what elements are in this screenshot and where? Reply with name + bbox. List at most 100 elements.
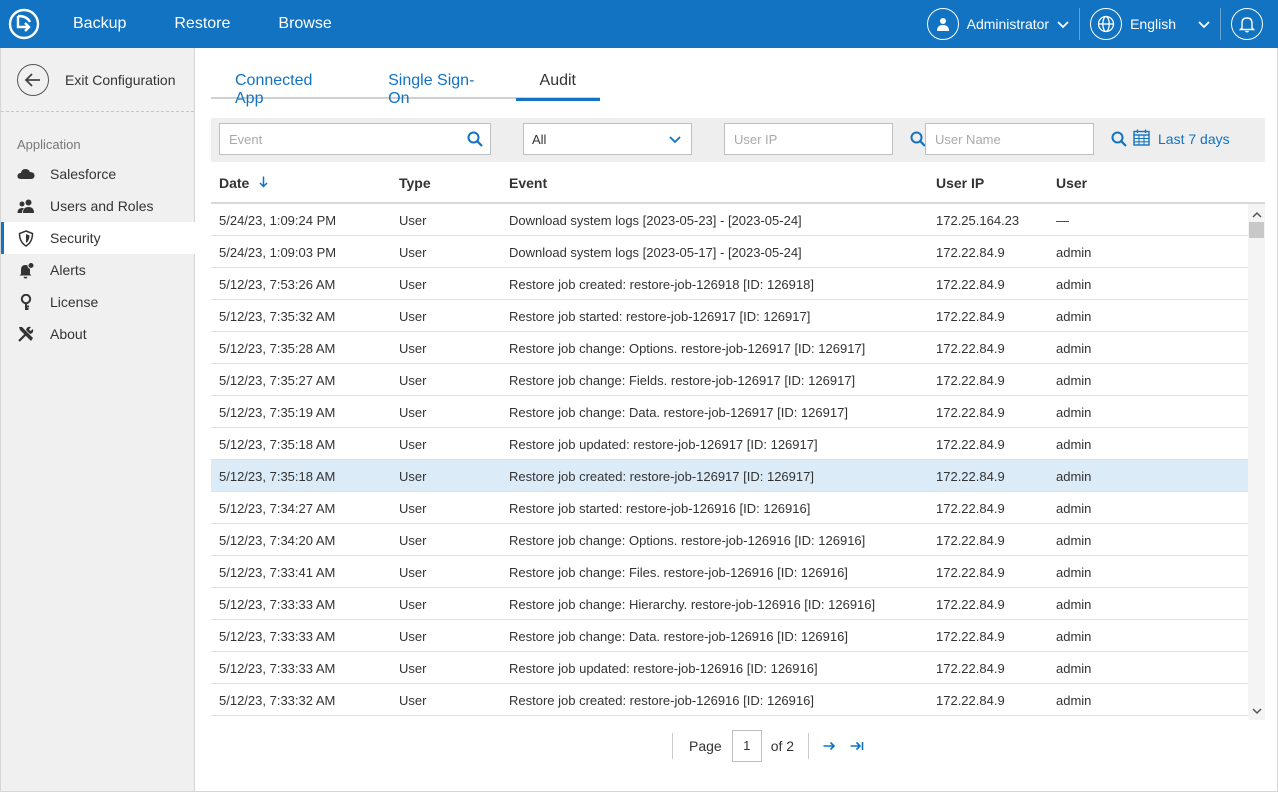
cell-type: User	[399, 501, 427, 516]
sidebar-item-security[interactable]: Security	[1, 222, 207, 254]
user-menu[interactable]: Administrator	[917, 0, 1079, 48]
search-icon[interactable]	[910, 131, 926, 147]
sidebar-item-label: Alerts	[50, 262, 86, 278]
cell-date: 5/12/23, 7:33:33 AM	[219, 661, 336, 676]
cell-type: User	[399, 341, 427, 356]
table-row[interactable]: 5/24/23, 1:09:03 PM User Download system l…	[211, 236, 1248, 268]
cell-date: 5/12/23, 7:35:32 AM	[219, 309, 336, 324]
table-row[interactable]: 5/12/23, 7:35:28 AM User Restore job chang…	[211, 332, 1248, 364]
cell-user-ip: 172.22.84.9	[936, 245, 1005, 260]
sidebar-item-alerts[interactable]: Alerts	[1, 254, 194, 286]
chevron-down-icon[interactable]	[1252, 703, 1262, 718]
cell-date: 5/12/23, 7:35:18 AM	[219, 437, 336, 452]
column-header-date[interactable]: Date	[219, 175, 268, 191]
table-row[interactable]: 5/12/23, 7:34:27 AM User Restore job start…	[211, 492, 1248, 524]
exit-configuration-button[interactable]: Exit Configuration	[1, 48, 194, 112]
sidebar-item-users-and-roles[interactable]: Users and Roles	[1, 190, 194, 222]
sidebar-item-license[interactable]: License	[1, 286, 194, 318]
nav-browse[interactable]: Browse	[278, 15, 331, 33]
tab-audit[interactable]: Audit	[515, 64, 601, 101]
cell-type: User	[399, 277, 427, 292]
date-range-picker[interactable]: Last 7 days	[1133, 123, 1230, 155]
nav-backup[interactable]: Backup	[73, 15, 126, 33]
table-row[interactable]: 5/12/23, 7:34:20 AM User Restore job chang…	[211, 524, 1248, 556]
cell-user-ip: 172.22.84.9	[936, 469, 1005, 484]
sidebar-item-about[interactable]: About	[1, 318, 194, 350]
cell-date: 5/12/23, 7:35:28 AM	[219, 341, 336, 356]
cell-user-ip: 172.22.84.9	[936, 309, 1005, 324]
tab-single-sign-on[interactable]: Single Sign-On	[364, 64, 515, 107]
column-header-event[interactable]: Event	[509, 175, 547, 191]
cell-user-ip: 172.22.84.9	[936, 629, 1005, 644]
cell-date: 5/12/23, 7:33:32 AM	[219, 693, 336, 708]
chevron-down-icon	[1198, 16, 1210, 32]
type-select-value: All	[532, 131, 547, 147]
nav-restore[interactable]: Restore	[174, 15, 230, 33]
language-menu[interactable]: English	[1080, 0, 1220, 48]
cell-user-ip: 172.22.84.9	[936, 597, 1005, 612]
chevron-up-icon[interactable]	[1252, 206, 1262, 221]
table-row[interactable]: 5/12/23, 7:35:18 AM User Restore job updat…	[211, 428, 1248, 460]
filter-bar: All Last 7 days	[211, 118, 1265, 162]
cell-event: Restore job created: restore-job-126916 …	[509, 693, 814, 708]
search-icon[interactable]	[460, 131, 490, 147]
cell-user: admin	[1056, 597, 1092, 612]
table-row[interactable]: 5/12/23, 7:33:41 AM User Restore job chang…	[211, 556, 1248, 588]
sidebar: Exit Configuration Application Salesforc…	[0, 48, 207, 792]
table-row[interactable]: 5/12/23, 7:35:27 AM User Restore job chang…	[211, 364, 1248, 396]
cell-type: User	[399, 309, 427, 324]
type-select[interactable]: All	[523, 123, 692, 155]
table-scrollbar[interactable]	[1248, 204, 1265, 720]
cell-event: Restore job change: Data. restore-job-12…	[509, 405, 848, 420]
cell-user-ip: 172.22.84.9	[936, 437, 1005, 452]
sidebar-item-salesforce[interactable]: Salesforce	[1, 158, 194, 190]
next-page-icon[interactable]	[823, 738, 836, 755]
cell-date: 5/12/23, 7:53:26 AM	[219, 277, 336, 292]
column-header-type[interactable]: Type	[399, 175, 431, 191]
bell-icon	[17, 261, 35, 279]
column-header-user[interactable]: User	[1056, 175, 1087, 191]
chevron-down-icon	[669, 132, 681, 147]
user-ip-search-input[interactable]	[725, 124, 910, 154]
user-name-search-input[interactable]	[926, 124, 1111, 154]
cell-date: 5/12/23, 7:35:19 AM	[219, 405, 336, 420]
cell-user-ip: 172.22.84.9	[936, 341, 1005, 356]
date-range-label: Last 7 days	[1158, 131, 1230, 147]
arrow-left-icon	[17, 63, 49, 96]
table-row[interactable]: 5/12/23, 7:33:33 AM User Restore job chang…	[211, 620, 1248, 652]
table-row[interactable]: 5/12/23, 7:33:32 AM User Restore job creat…	[211, 684, 1248, 716]
column-header-user-ip[interactable]: User IP	[936, 175, 984, 191]
table-row[interactable]: 5/12/23, 7:35:32 AM User Restore job start…	[211, 300, 1248, 332]
tab-bar: Connected App Single Sign-On Audit	[211, 64, 601, 107]
search-icon[interactable]	[1111, 131, 1127, 147]
page-number-input[interactable]: 1	[731, 730, 762, 762]
event-search-input[interactable]	[220, 124, 460, 154]
table-row[interactable]: 5/12/23, 7:33:33 AM User Restore job chang…	[211, 588, 1248, 620]
user-label: Administrator	[966, 16, 1050, 32]
cell-date: 5/24/23, 1:09:24 PM	[219, 213, 337, 228]
tools-icon	[17, 325, 35, 343]
scrollbar-thumb[interactable]	[1249, 222, 1264, 238]
tab-connected-app[interactable]: Connected App	[211, 64, 364, 107]
notifications-button[interactable]	[1221, 0, 1278, 48]
table-row[interactable]: 5/12/23, 7:53:26 AM User Restore job creat…	[211, 268, 1248, 300]
app-logo-icon[interactable]	[0, 0, 48, 48]
table-row[interactable]: 5/24/23, 1:09:24 PM User Download system l…	[211, 204, 1248, 236]
last-page-icon[interactable]	[850, 738, 864, 755]
shield-icon	[17, 229, 35, 247]
audit-table-body: 5/24/23, 1:09:24 PM User Download system l…	[211, 204, 1248, 717]
table-row[interactable]: 5/12/23, 7:35:18 AM User Restore job creat…	[211, 460, 1248, 492]
cell-type: User	[399, 597, 427, 612]
cell-event: Restore job change: Hierarchy. restore-j…	[509, 597, 876, 612]
cell-type: User	[399, 373, 427, 388]
cell-date: 5/12/23, 7:33:33 AM	[219, 629, 336, 644]
event-filter	[219, 123, 491, 155]
cell-user: admin	[1056, 469, 1092, 484]
cell-event: Restore job created: restore-job-126918 …	[509, 277, 814, 292]
globe-icon	[1090, 8, 1123, 40]
table-row[interactable]: 5/12/23, 7:35:19 AM User Restore job chang…	[211, 396, 1248, 428]
table-row[interactable]: 5/12/23, 7:33:33 AM User Restore job updat…	[211, 652, 1248, 684]
cell-user: admin	[1056, 533, 1092, 548]
cell-user-ip: 172.22.84.9	[936, 277, 1005, 292]
cell-type: User	[399, 469, 427, 484]
